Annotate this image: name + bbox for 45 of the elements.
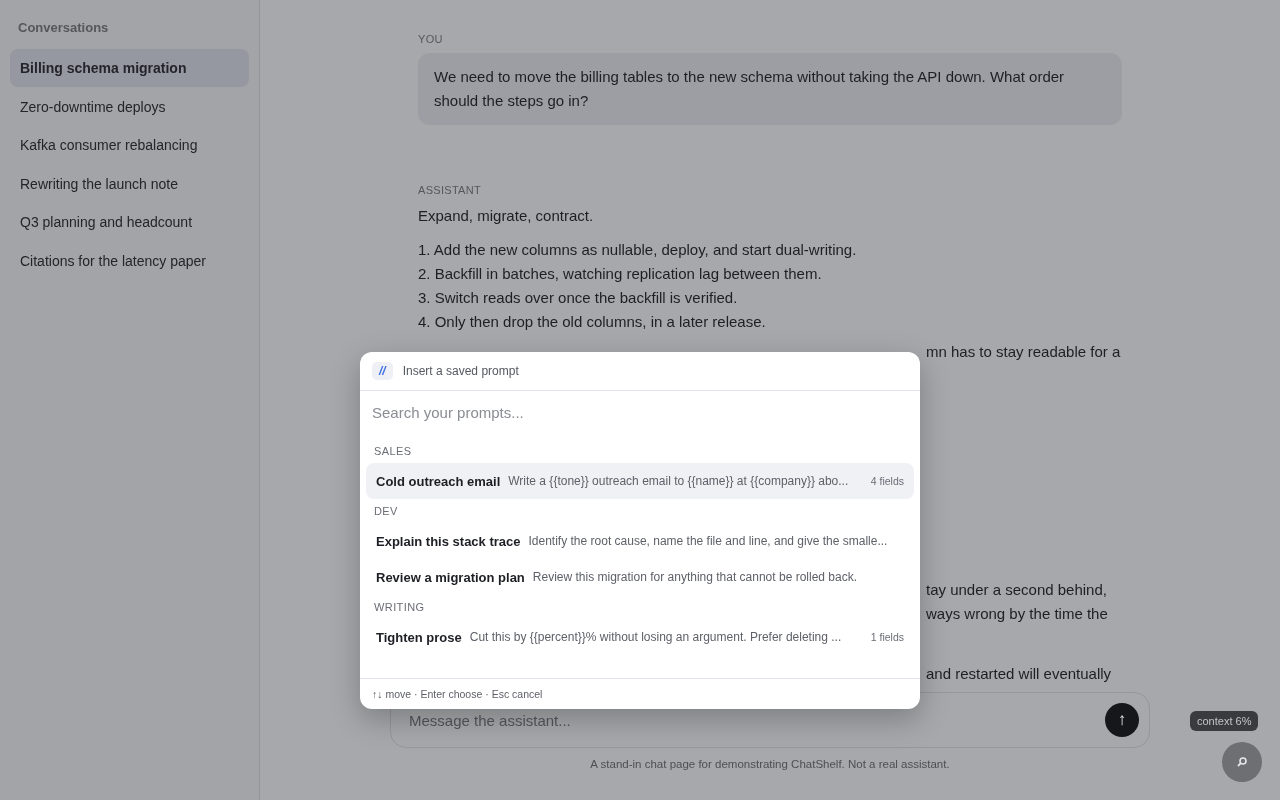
field-count: 4 fields	[870, 475, 904, 487]
prompt-item[interactable]: Review a migration plan Review this migration for anything that cannot be rolled back.	[366, 559, 914, 595]
search-field[interactable]: Search your prompts...	[360, 391, 920, 433]
prompt-title: Cold outreach email	[376, 473, 501, 489]
send-button[interactable]: ↑	[1105, 703, 1139, 737]
message-text: and restarted will eventually	[926, 665, 1112, 682]
picker-title: Insert a saved prompt	[402, 364, 519, 378]
group-label: WRITING	[373, 600, 426, 615]
footer-note: A stand-in chat page for demonstrating ChatShelf. Not a real assistant.	[590, 758, 950, 770]
prompt-item[interactable]: Explain this stack trace Identify the root cause, name the file and line, and give the smalle...	[366, 523, 914, 559]
list-item: 1. Add the new columns as nullable, deploy, and start dual-writing.	[418, 240, 858, 260]
message-text: mn has to stay readable for a	[926, 343, 1121, 360]
group-label: DEV	[373, 504, 399, 519]
role-label: YOU	[418, 33, 444, 45]
message-text: Expand, migrate, contract.	[418, 206, 595, 226]
context-badge: context 6%	[1190, 711, 1259, 731]
message-text: ways wrong by the time the	[926, 605, 1108, 622]
conversation-item[interactable]: Billing schema migration	[10, 49, 249, 87]
list-item: 3. Switch reads over once the backfill is verified.	[418, 288, 739, 308]
conversation-item[interactable]: Citations for the latency paper	[10, 241, 249, 280]
prompt-description: Write a {{tone}} outreach email to {{name}} at {{company}} abo...	[508, 474, 850, 488]
field-count: 1 fields	[870, 631, 904, 643]
slash-badge: //	[372, 362, 393, 380]
sidebar-title: Conversations	[17, 20, 110, 37]
prompt-item[interactable]: Tighten prose Cut this by {{percent}}% without losing an argument. Prefer deleting ... 1 fields	[366, 619, 914, 655]
role-label: ASSISTANT	[418, 184, 482, 196]
conversation-item[interactable]: Q3 planning and headcount	[10, 203, 249, 241]
user-message: We need to move the billing tables to the new schema without taking the API down. What order should the steps go in?	[418, 53, 1122, 125]
prompt-description: Cut this by {{percent}}% without losing an argument. Prefer deleting ...	[469, 630, 843, 644]
prompt-title: Review a migration plan	[376, 569, 525, 585]
conversation-item[interactable]: Rewriting the launch note	[10, 164, 249, 203]
prompt-title: Tighten prose	[376, 629, 462, 645]
group-label: SALES	[373, 444, 413, 459]
list-item: 2. Backfill in batches, watching replication lag between them.	[418, 264, 823, 284]
conversation-item[interactable]: Zero-downtime deploys	[10, 87, 249, 126]
list-item: 4. Only then drop the old columns, in a later release.	[418, 312, 767, 332]
prompt-title: Explain this stack trace	[376, 533, 521, 549]
prompt-description: Identify the root cause, name the file and line, and give the smalle...	[528, 534, 889, 548]
keyboard-hint: ↑↓ move · Enter choose · Esc cancel	[360, 678, 920, 709]
prompt-description: Review this migration for anything that cannot be rolled back.	[532, 570, 858, 584]
search-button[interactable]	[1222, 742, 1262, 782]
search-icon	[1236, 756, 1248, 768]
conversation-item[interactable]: Kafka consumer rebalancing	[10, 126, 249, 164]
prompt-item[interactable]: Cold outreach email Write a {{tone}} outreach email to {{name}} at {{company}} abo... 4 fields	[366, 463, 914, 499]
message-text: tay under a second behind,	[926, 581, 1107, 598]
